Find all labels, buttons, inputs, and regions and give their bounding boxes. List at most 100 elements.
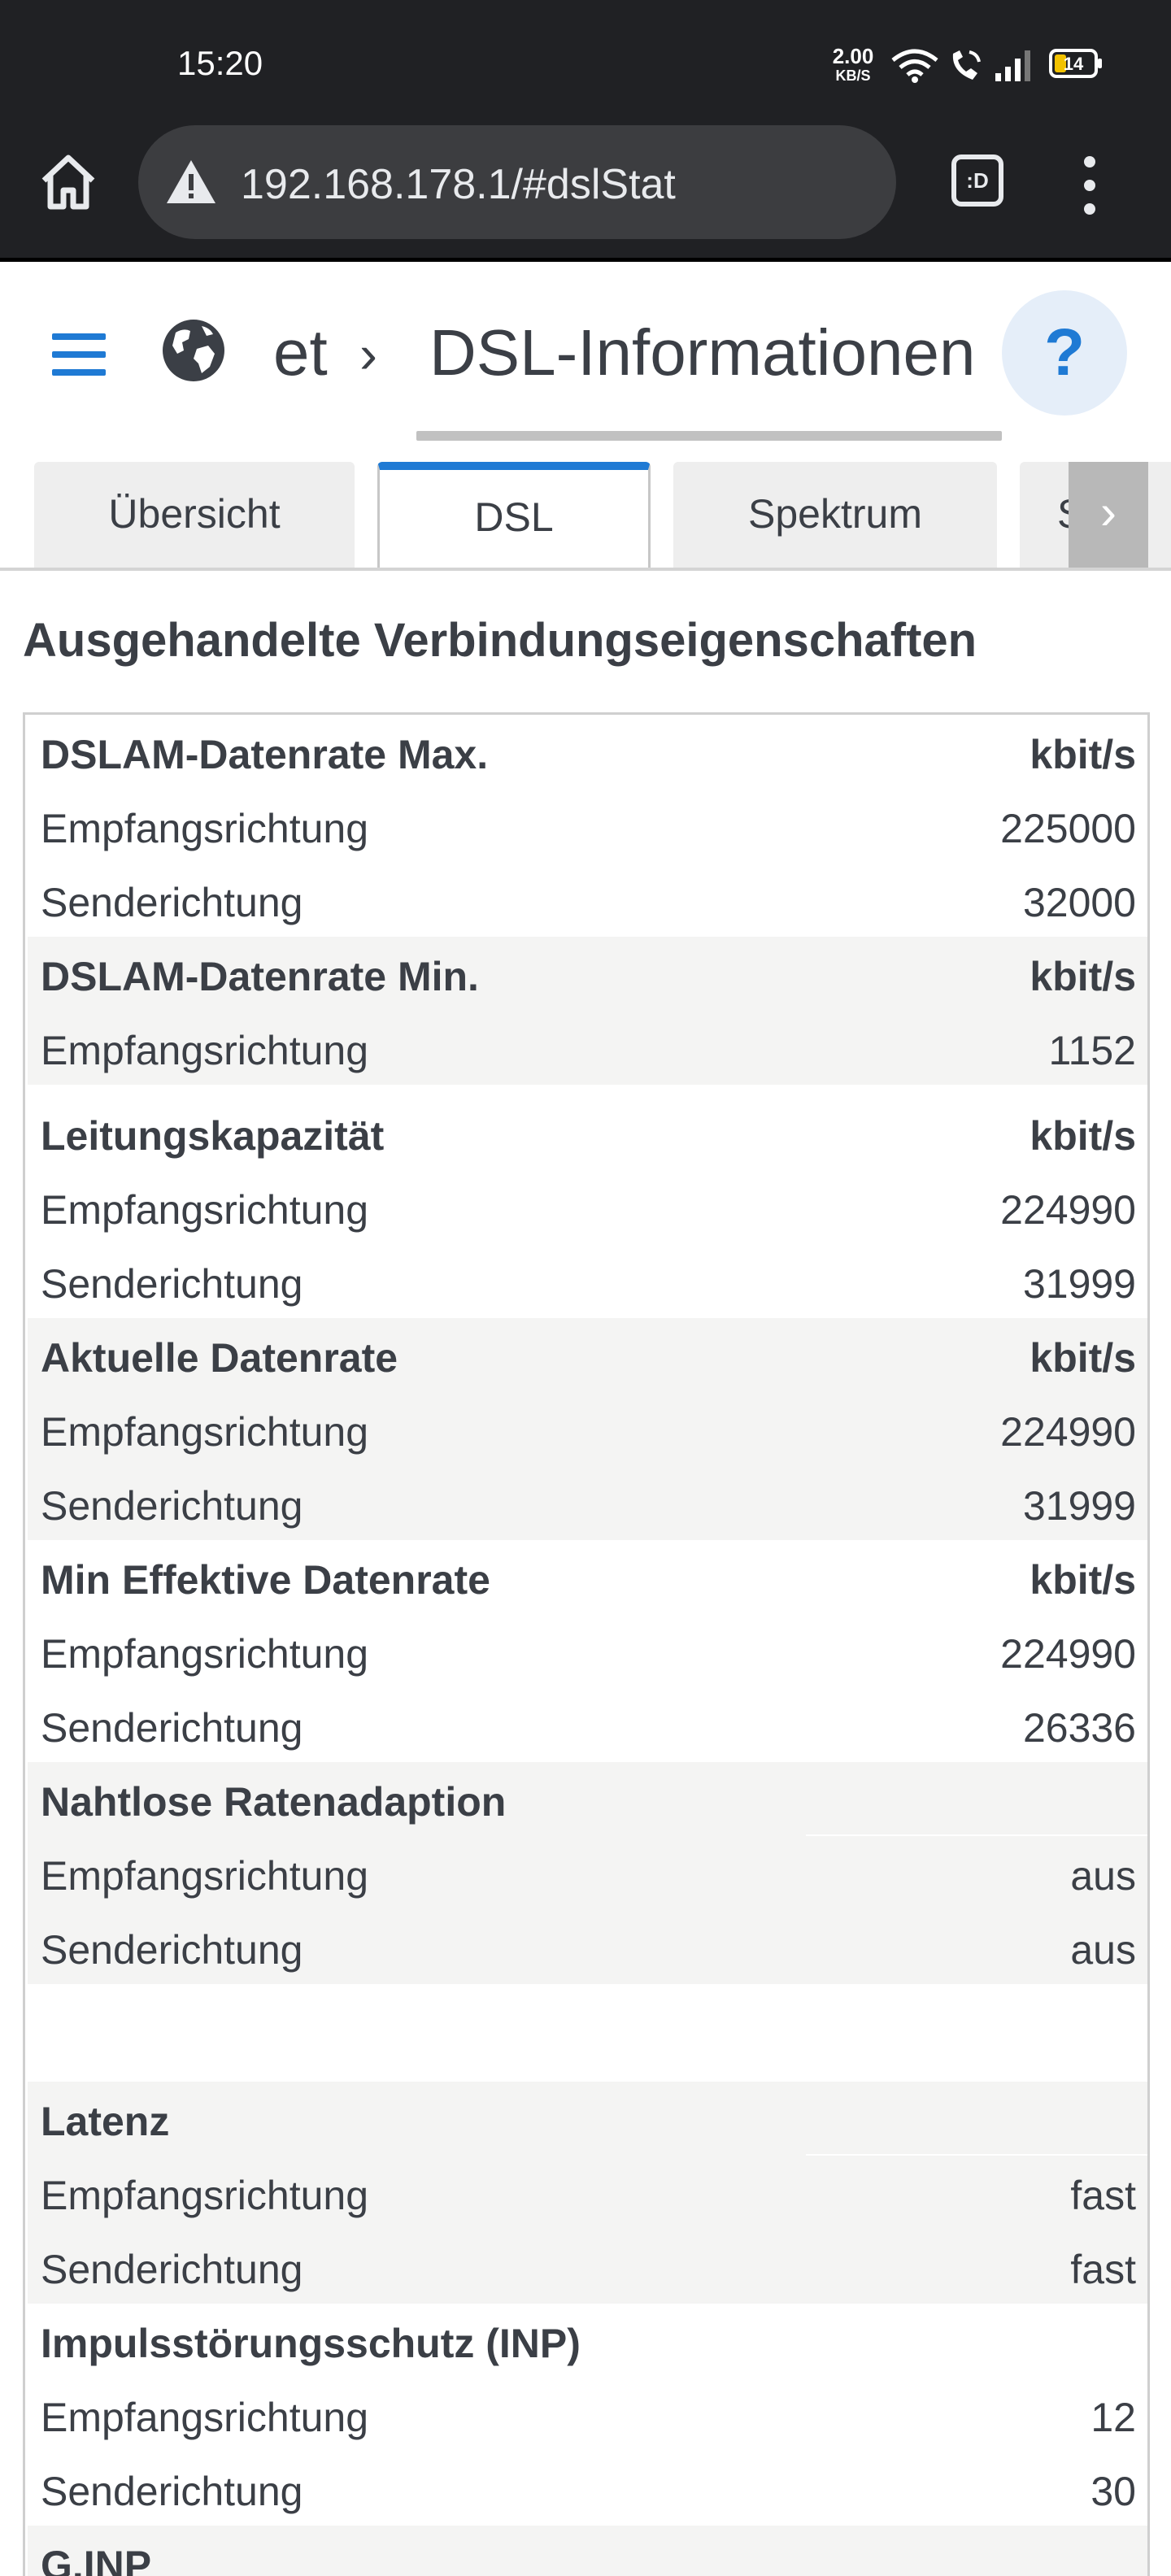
row-value: 12 [1090,2395,1136,2440]
net-speed-value: 2.00 [832,44,874,68]
home-icon[interactable] [36,150,101,215]
row-value: fast [1070,2247,1136,2292]
table-row: Empfangsrichtung 224990 [28,1614,1147,1688]
row-label: Impulsstörungsschutz (INP) [41,2321,581,2366]
row-label: DSLAM-Datenrate Max. [41,732,489,777]
battery-icon: 14 [1049,49,1102,78]
page-title: DSL-Informationen [429,316,976,389]
table-row: Impulsstörungsschutz (INP) [28,2304,1147,2378]
hamburger-menu-icon[interactable] [52,333,106,376]
row-label: Empfangsrichtung [41,1853,369,1899]
table-row: G.INP [28,2526,1147,2576]
table-row: Empfangsrichtung fast [28,2156,1147,2230]
row-label: Senderichtung [41,1261,303,1307]
row-label: G.INP [41,2543,152,2576]
status-bar: 15:20 2.00 KB/S 14 [0,0,1171,122]
table-row: Empfangsrichtung 224990 [28,1170,1147,1244]
net-speed-indicator: 2.00 KB/S [828,46,878,83]
warning-icon[interactable] [164,158,218,207]
table-row: DSLAM-Datenrate Max. kbit/s [28,715,1147,789]
breadcrumb-separator: › [359,324,377,384]
row-value: 225000 [1000,806,1136,851]
tab-scroll-next-button[interactable]: › [1069,462,1148,568]
tab-switcher-button[interactable]: :D [951,154,1003,207]
row-label: Senderichtung [41,880,303,925]
row-value: 224990 [1000,1409,1136,1455]
tab-uebersicht[interactable]: Übersicht [34,462,355,568]
row-value: aus [1070,1853,1136,1899]
row-label: Empfangsrichtung [41,1631,369,1677]
row-value: 30 [1090,2469,1136,2514]
row-label: Senderichtung [41,1483,303,1529]
table-row: Latenz [28,2082,1147,2156]
signal-icon [995,50,1030,81]
row-value: 31999 [1022,1261,1136,1307]
row-label: Senderichtung [41,2247,303,2292]
row-label: Empfangsrichtung [41,2395,369,2440]
table-row: Empfangsrichtung aus [28,1836,1147,1910]
row-label: Empfangsrichtung [41,1028,369,1073]
row-value: fast [1070,2173,1136,2218]
table-row: DSLAM-Datenrate Min. kbit/s [28,937,1147,1011]
table-row: Senderichtung fast [28,2230,1147,2304]
address-bar[interactable]: 192.168.178.1/#dslStat [138,125,896,239]
row-label: Empfangsrichtung [41,806,369,851]
row-value: kbit/s [1030,732,1136,777]
tab-spektrum[interactable]: Spektrum [673,462,997,568]
wifi-icon [891,49,938,83]
row-value: 31999 [1022,1483,1136,1529]
table-row: Nahtlose Ratenadaption [28,1762,1147,1836]
row-label: Empfangsrichtung [41,1187,369,1233]
row-value: 32000 [1022,880,1136,925]
row-value: 1152 [1048,1028,1136,1073]
table-row: Min Effektive Datenrate kbit/s [28,1540,1147,1614]
row-value: kbit/s [1030,1557,1136,1603]
wifi-calling-icon [952,50,981,80]
row-label: Empfangsrichtung [41,1409,369,1455]
table-row: Senderichtung 31999 [28,1244,1147,1318]
connection-properties-table: DSLAM-Datenrate Max. kbit/s Empfangsricht… [23,712,1150,2576]
status-time: 15:20 [177,44,263,82]
row-value: 224990 [1000,1631,1136,1677]
table-row: Senderichtung aus [28,1910,1147,1984]
table-row: Senderichtung 26336 [28,1688,1147,1762]
battery-level: 14 [1064,54,1084,74]
table-row: Empfangsrichtung 224990 [28,1392,1147,1466]
row-value: kbit/s [1030,954,1136,999]
globe-icon[interactable] [159,316,228,385]
row-label: Latenz [41,2099,170,2144]
table-row: Empfangsrichtung 1152 [28,1011,1147,1085]
row-label: Min Effektive Datenrate [41,1557,490,1603]
breadcrumb-scrollbar[interactable] [416,431,1002,441]
row-value: kbit/s [1030,1335,1136,1381]
tab-bar: Übersicht DSL Spektrum Sta › [0,460,1171,571]
row-value: aus [1070,1927,1136,1973]
url-text[interactable]: 192.168.178.1/#dslStat [241,160,676,209]
table-row: Senderichtung 31999 [28,1466,1147,1540]
row-label: Senderichtung [41,1705,303,1751]
breadcrumb-root[interactable]: et [273,315,328,390]
help-button[interactable]: ? [1002,290,1127,416]
net-speed-unit: KB/S [835,67,871,84]
row-value: 26336 [1022,1705,1136,1751]
tab-dsl[interactable]: DSL [377,462,651,568]
table-row: Senderichtung 30 [28,2452,1147,2526]
row-label: Nahtlose Ratenadaption [41,1779,507,1825]
table-row-empty [28,1984,1147,2082]
row-label: Senderichtung [41,2469,303,2514]
row-label: Leitungskapazität [41,1113,385,1159]
row-label: Aktuelle Datenrate [41,1335,398,1381]
row-label: Senderichtung [41,1927,303,1973]
row-value: 224990 [1000,1187,1136,1233]
page-header: et › DSL-Informationen ? [0,266,1171,445]
table-row: Aktuelle Datenrate kbit/s [28,1318,1147,1392]
section-title: Ausgehandelte Verbindungseigenschaften [23,614,977,667]
table-row: Empfangsrichtung 225000 [28,789,1147,863]
row-value: kbit/s [1030,1113,1136,1159]
table-row: Leitungskapazität kbit/s [28,1096,1147,1170]
overflow-menu-icon[interactable] [1073,156,1106,215]
row-label: DSLAM-Datenrate Min. [41,954,479,999]
table-row: Empfangsrichtung 12 [28,2378,1147,2452]
table-row: Senderichtung 32000 [28,863,1147,937]
row-label: Empfangsrichtung [41,2173,369,2218]
